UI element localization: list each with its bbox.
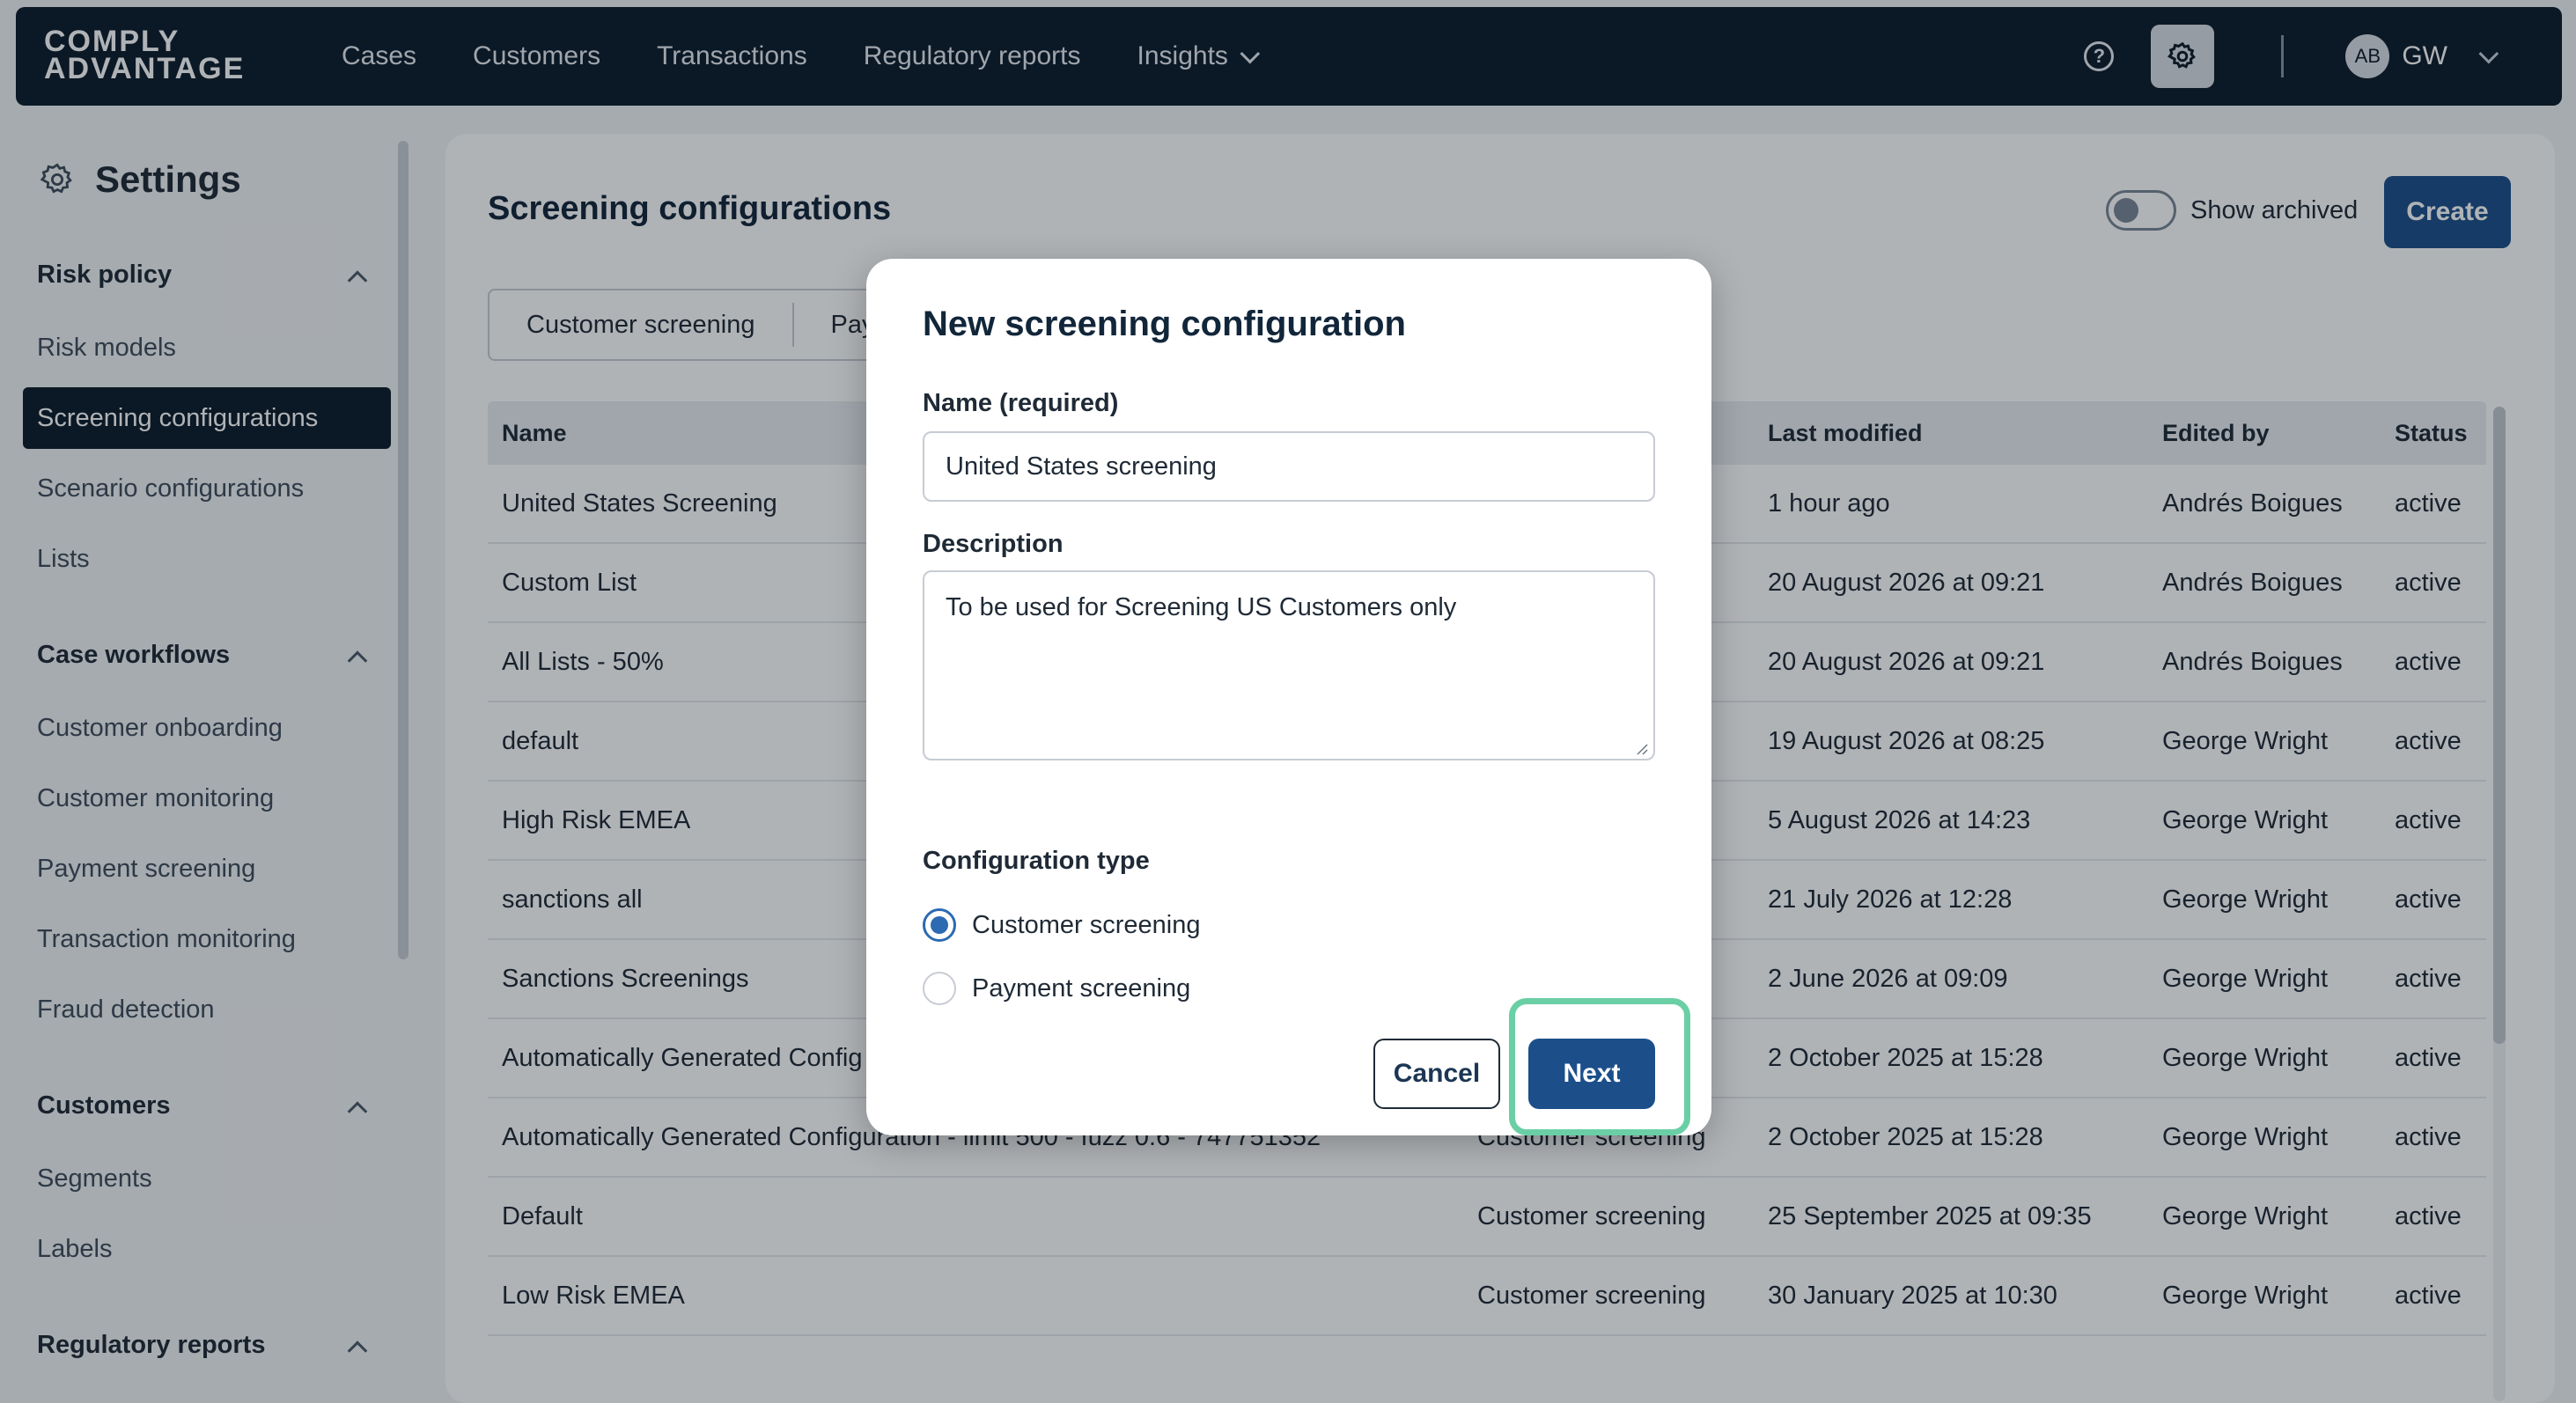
option-payment-screening[interactable]: Payment screening <box>923 972 1190 1005</box>
cancel-button[interactable]: Cancel <box>1373 1039 1500 1109</box>
next-button-highlight <box>1509 998 1690 1135</box>
radio-customer-screening[interactable] <box>923 908 956 942</box>
description-field[interactable] <box>923 570 1655 760</box>
resize-handle-icon[interactable] <box>1634 741 1648 755</box>
option-customer-screening[interactable]: Customer screening <box>923 908 1201 942</box>
modal-title: New screening configuration <box>923 305 1406 343</box>
configuration-type-label: Configuration type <box>923 847 1150 875</box>
radio-payment-screening[interactable] <box>923 972 956 1005</box>
name-field-label: Name (required) <box>923 389 1119 417</box>
description-field-label: Description <box>923 530 1064 558</box>
option-label: Payment screening <box>972 973 1191 1003</box>
option-label: Customer screening <box>972 910 1201 939</box>
name-field[interactable] <box>923 431 1655 502</box>
